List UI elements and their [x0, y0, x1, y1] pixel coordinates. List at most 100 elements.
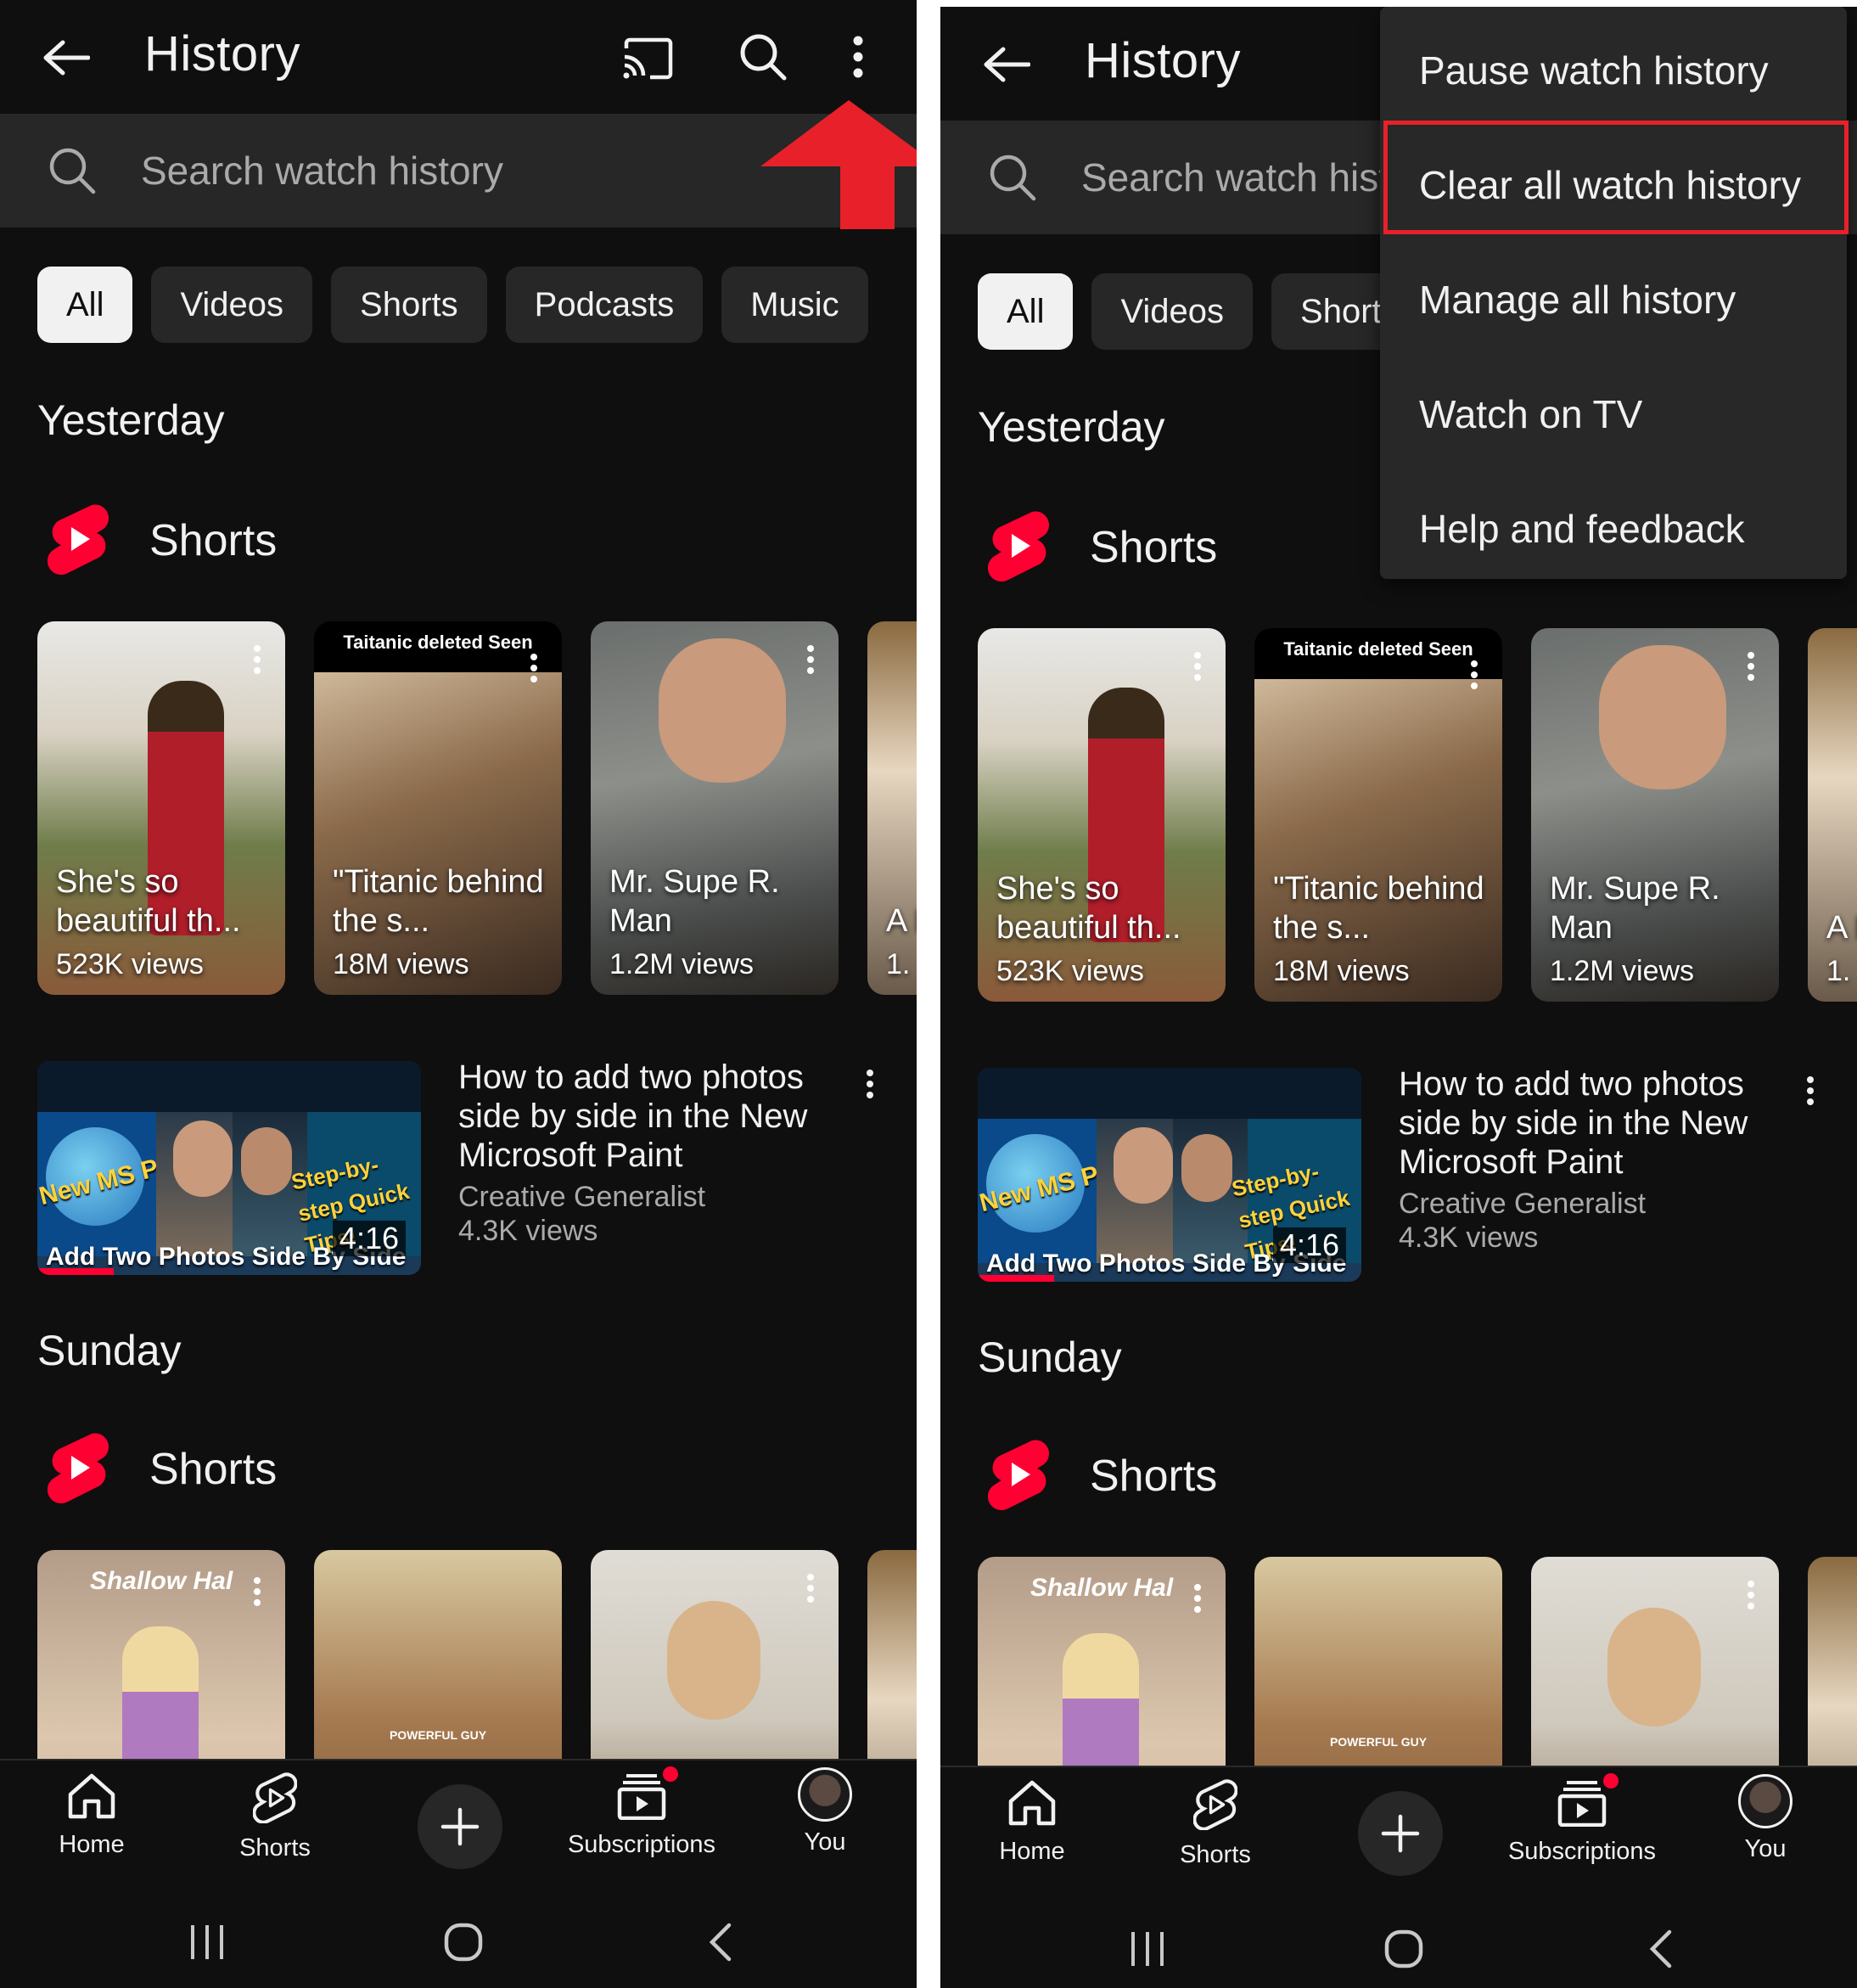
more-vert-icon[interactable] — [1193, 652, 1202, 685]
shorts-icon — [252, 1772, 298, 1828]
chip-videos[interactable]: Videos — [1091, 273, 1254, 350]
short-title: Mr. Supe R. Man — [1550, 871, 1720, 946]
annotation-arrow — [760, 100, 917, 235]
video-duration: 4:16 — [332, 1221, 406, 1256]
cast-icon[interactable] — [618, 29, 677, 88]
recents-icon[interactable] — [1114, 1915, 1181, 1983]
nav-subscriptions[interactable]: Subscriptions — [1506, 1771, 1658, 1866]
overflow-menu: Pause watch history Clear all watch hist… — [1380, 7, 1847, 579]
nav-you[interactable]: You — [1689, 1774, 1842, 1863]
short-card[interactable]: Mr. Supe R. Man 1.2M views — [591, 621, 839, 995]
shorts-shelf-header: Shorts — [47, 502, 278, 581]
filter-chips: All Videos Short — [978, 273, 1411, 350]
short-title: She's so beautiful th... — [996, 871, 1181, 946]
short-title: "Titanic behind the s... — [1273, 871, 1484, 946]
recents-icon[interactable] — [173, 1908, 241, 1976]
shorts-logo-icon — [987, 508, 1050, 587]
create-icon[interactable] — [418, 1784, 502, 1869]
menu-item-pause-watch-history[interactable]: Pause watch history — [1380, 15, 1847, 126]
short-card[interactable]: She's so beautiful th... 523K views — [37, 621, 285, 995]
more-vert-icon[interactable] — [806, 645, 815, 678]
nav-subscriptions[interactable]: Subscriptions — [565, 1764, 718, 1859]
system-navigation-bar — [0, 1886, 917, 1988]
video-title[interactable]: How to add two photos side by side in th… — [1399, 1064, 1781, 1182]
short-title: A hi — [886, 903, 917, 939]
nav-home-label: Home — [59, 1831, 125, 1858]
shorts-shelf-label: Shorts — [1090, 523, 1218, 572]
nav-home-label: Home — [999, 1838, 1065, 1865]
screen-after: History Search watch hist All Videos Sho… — [940, 7, 1857, 1988]
nav-home[interactable]: Home — [956, 1779, 1108, 1866]
chip-music[interactable]: Music — [721, 267, 868, 343]
video-info: How to add two photos side by side in th… — [458, 1058, 840, 1248]
more-vert-icon[interactable] — [253, 1577, 261, 1610]
page-title: History — [144, 26, 300, 81]
short-card[interactable]: A hi 1. — [1808, 628, 1857, 1002]
short-views: 1. — [1826, 955, 1851, 987]
more-vert-icon[interactable] — [1747, 652, 1755, 685]
create-icon[interactable] — [1358, 1791, 1443, 1876]
nav-you-label: You — [1744, 1835, 1787, 1862]
more-vert-icon[interactable] — [866, 1070, 874, 1103]
short-card[interactable]: Mr. Supe R. Man 1.2M views — [1531, 628, 1779, 1002]
more-vert-icon[interactable] — [530, 654, 538, 687]
short-card[interactable]: Taitanic deleted Seen "Titanic behind th… — [1254, 628, 1502, 1002]
more-vert-icon[interactable] — [806, 1574, 815, 1607]
shorts-shelf-header: Shorts — [987, 508, 1218, 587]
more-vert-icon[interactable] — [253, 645, 261, 678]
more-vert-icon[interactable] — [1747, 1581, 1755, 1614]
short-views: 18M views — [1273, 955, 1410, 987]
shorts-logo-icon — [47, 502, 109, 581]
video-info: How to add two photos side by side in th… — [1399, 1064, 1781, 1255]
notification-dot — [1601, 1771, 1621, 1791]
nav-shorts[interactable]: Shorts — [199, 1772, 351, 1862]
chip-videos[interactable]: Videos — [151, 267, 313, 343]
back-chevron-icon[interactable] — [1626, 1915, 1694, 1983]
top-app-bar: History — [0, 0, 917, 114]
more-vert-icon[interactable] — [1470, 660, 1478, 694]
home-circle-icon[interactable] — [429, 1908, 497, 1976]
nav-shorts-label: Shorts — [1180, 1841, 1251, 1868]
video-thumbnail[interactable]: New MS Paint Step-by-step Quick Tips! Ad… — [37, 1061, 421, 1275]
yesterday-shorts-row: She's so beautiful th... 523K views Tait… — [978, 628, 1857, 1002]
short-views: 1. — [886, 948, 911, 980]
more-vert-icon[interactable] — [1806, 1076, 1815, 1109]
video-title[interactable]: How to add two photos side by side in th… — [458, 1058, 840, 1175]
subscriptions-icon — [616, 1764, 681, 1824]
short-card[interactable]: A hi 1. — [867, 621, 917, 995]
video-thumbnail[interactable]: New MS Paint Step-by-step Quick Tips! Ad… — [978, 1068, 1361, 1282]
menu-item-help-and-feedback[interactable]: Help and feedback — [1380, 474, 1847, 584]
chip-podcasts[interactable]: Podcasts — [505, 267, 704, 343]
video-history-item[interactable]: New MS Paint Step-by-step Quick Tips! Ad… — [978, 1065, 1826, 1282]
back-arrow-icon[interactable] — [39, 31, 93, 85]
section-sunday: Sunday — [978, 1334, 1122, 1381]
section-yesterday: Yesterday — [37, 396, 225, 444]
short-card[interactable]: She's so beautiful th... 523K views — [978, 628, 1226, 1002]
back-chevron-icon[interactable] — [686, 1908, 754, 1976]
watch-progress-bar — [978, 1275, 1054, 1282]
more-vert-icon[interactable] — [1193, 1584, 1202, 1617]
nav-you[interactable]: You — [749, 1767, 901, 1856]
short-card[interactable]: Taitanic deleted Seen "Titanic behind th… — [314, 621, 562, 995]
short-views: 1.2M views — [1550, 955, 1695, 987]
back-arrow-icon[interactable] — [979, 37, 1034, 92]
short-title: Mr. Supe R. Man — [609, 864, 780, 939]
video-history-item[interactable]: New MS Paint Step-by-step Quick Tips! Ad… — [37, 1058, 886, 1275]
chip-all[interactable]: All — [37, 267, 133, 343]
section-yesterday: Yesterday — [978, 403, 1165, 451]
menu-item-watch-on-tv[interactable]: Watch on TV — [1380, 359, 1847, 469]
more-vert-icon[interactable] — [837, 27, 879, 87]
menu-item-manage-all-history[interactable]: Manage all history — [1380, 244, 1847, 355]
home-circle-icon[interactable] — [1370, 1915, 1438, 1983]
nav-subscriptions-label: Subscriptions — [1507, 1838, 1657, 1865]
chip-all[interactable]: All — [978, 273, 1074, 350]
short-top-caption: Taitanic deleted Seen — [343, 632, 533, 653]
home-icon — [1007, 1779, 1057, 1831]
chip-shorts[interactable]: Shorts — [331, 267, 487, 343]
nav-home[interactable]: Home — [15, 1772, 168, 1859]
watch-progress-bar — [37, 1268, 114, 1275]
search-icon[interactable] — [733, 27, 793, 87]
short-top-caption: POWERFUL GUY — [1329, 1735, 1428, 1749]
shorts-shelf-label: Shorts — [149, 516, 278, 565]
nav-shorts[interactable]: Shorts — [1139, 1779, 1292, 1869]
